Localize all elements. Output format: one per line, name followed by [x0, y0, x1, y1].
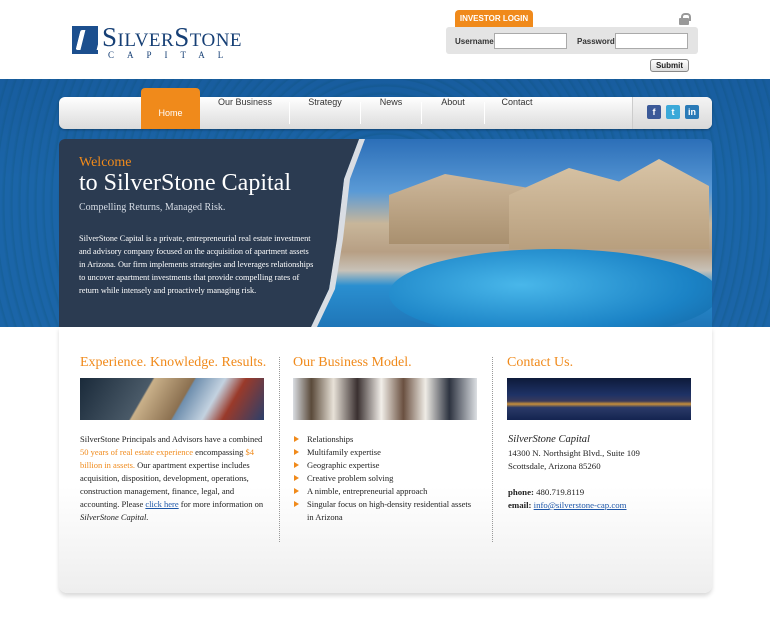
email-label: email: — [508, 500, 532, 510]
phone-value: 480.719.8119 — [536, 487, 585, 497]
business-model-list: Relationships Multifamily expertise Geog… — [293, 433, 477, 524]
logo-mark-icon — [72, 26, 98, 54]
logo-name: SilverStone — [102, 22, 243, 52]
nav-item-contact[interactable]: Contact — [486, 97, 548, 129]
hero-welcome: Welcome — [79, 155, 132, 170]
col1-text-part: encompassing — [193, 447, 246, 457]
lock-icon — [679, 13, 691, 25]
phone-label: phone: — [508, 487, 534, 497]
nav-item-about[interactable]: About — [423, 97, 483, 129]
investor-login-tab: INVESTOR LOGIN — [455, 10, 533, 28]
col2-title: Our Business Model. — [293, 355, 412, 370]
col3-title: Contact Us. — [507, 355, 574, 370]
column-divider — [279, 357, 280, 542]
click-here-link[interactable]: click here — [145, 499, 178, 509]
col2-text: Relationships Multifamily expertise Geog… — [293, 433, 477, 524]
list-item: Relationships — [293, 433, 477, 446]
nav-item-news[interactable]: News — [362, 97, 420, 129]
list-item: Singular focus on high-density residenti… — [293, 498, 477, 524]
col1-text-part: SilverStone Principals and Advisors have… — [80, 434, 263, 444]
email-link[interactable]: info@silverstone-cap.com — [534, 500, 627, 510]
list-item: A nimble, entrepreneurial approach — [293, 485, 477, 498]
main-nav: Home Our Business Strategy News About Co… — [59, 88, 712, 129]
nav-item-home[interactable]: Home — [141, 88, 200, 129]
contact-address-line1: 14300 N. Northsight Blvd., Suite 109 — [508, 448, 640, 458]
nav-separator — [289, 102, 290, 124]
list-item: Geographic expertise — [293, 459, 477, 472]
contact-company: SilverStone Capital — [508, 434, 590, 445]
col1-highlight-experience: 50 years of real estate experience — [80, 447, 194, 457]
contact-phone-row: phone: 480.719.8119 — [508, 486, 692, 499]
nav-separator — [421, 102, 422, 124]
city-buildings-photo — [80, 378, 264, 420]
col1-title: Experience. Knowledge. Results. — [80, 355, 267, 370]
facebook-icon[interactable]: f — [647, 105, 661, 119]
col1-company-name: SilverStone Capital. — [80, 512, 149, 522]
nav-item-strategy[interactable]: Strategy — [291, 97, 359, 129]
hero-body: SilverStone Capital is a private, entrep… — [79, 234, 314, 295]
hero-title: to SilverStone Capital — [79, 170, 291, 196]
col1-text-part: for more information on — [178, 499, 264, 509]
username-input[interactable] — [494, 33, 567, 49]
city-skyline-photo — [507, 378, 691, 420]
linkedin-icon[interactable]: in — [685, 105, 699, 119]
nav-separator — [484, 102, 485, 124]
col3-text: SilverStone Capital 14300 N. Northsight … — [508, 433, 692, 512]
social-links: f t in — [632, 97, 712, 129]
submit-button[interactable]: Submit — [650, 59, 689, 72]
contact-address-line2: Scottsdale, Arizona 85260 — [508, 461, 601, 471]
col1-text: SilverStone Principals and Advisors have… — [80, 433, 264, 524]
username-label: Username: — [455, 37, 497, 46]
list-item: Multifamily expertise — [293, 446, 477, 459]
logo-subtitle: CAPITAL — [108, 50, 237, 60]
password-input[interactable] — [615, 33, 688, 49]
logo[interactable]: SilverStone CAPITAL — [72, 22, 243, 60]
list-item: Creative problem solving — [293, 472, 477, 485]
password-label: Password: — [577, 37, 618, 46]
nav-item-our-business[interactable]: Our Business — [205, 97, 285, 129]
page: SilverStone CAPITAL INVESTOR LOGIN Usern… — [0, 0, 770, 625]
hero-banner: Welcome to SilverStone Capital Compellin… — [59, 139, 712, 327]
contact-email-row: email: info@silverstone-cap.com — [508, 499, 692, 512]
twitter-icon[interactable]: t — [666, 105, 680, 119]
nav-separator — [360, 102, 361, 124]
hero-subtitle: Compelling Returns, Managed Risk. — [79, 202, 226, 213]
column-divider — [492, 357, 493, 542]
business-team-photo — [293, 378, 477, 420]
login-box: Username: Password: — [446, 27, 698, 54]
